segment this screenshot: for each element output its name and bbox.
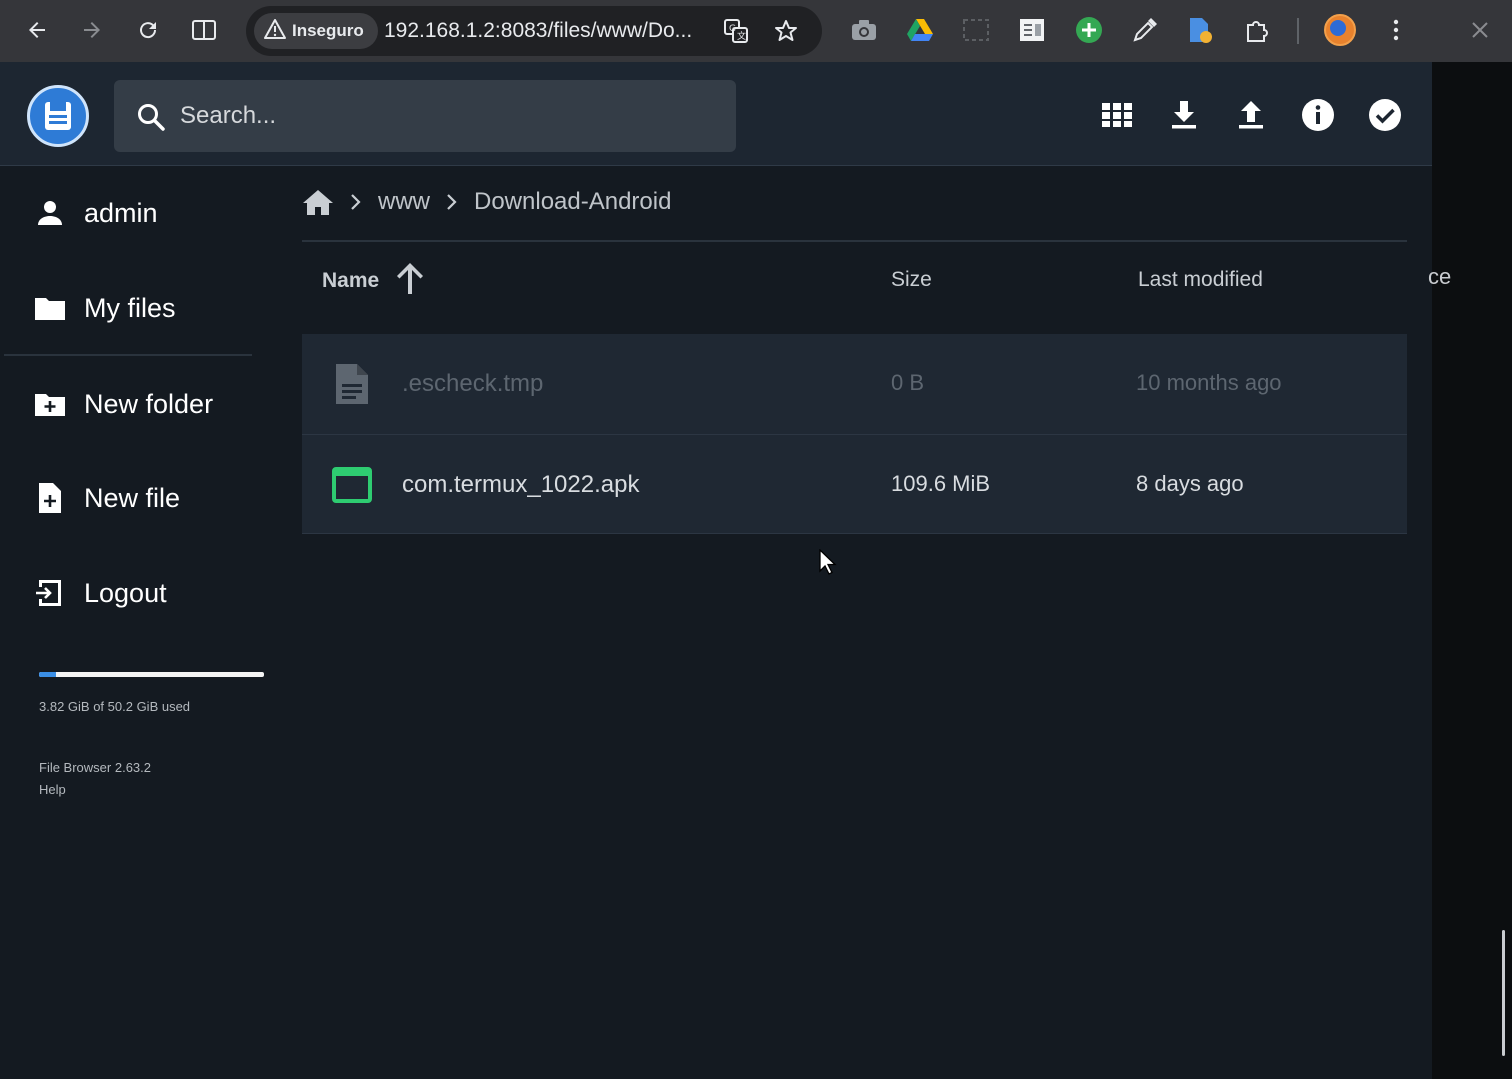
download-icon[interactable] [1165, 96, 1203, 134]
svg-text:文: 文 [737, 30, 746, 42]
file-size: 0 B [891, 370, 925, 395]
reader-extension-icon[interactable] [1016, 14, 1048, 46]
sidebar-item-logout[interactable]: Logout [34, 573, 167, 613]
url-text[interactable]: 192.168.1.2:8083/files/www/Do... [384, 19, 692, 43]
svg-text:G: G [729, 24, 736, 34]
storage-usage-bar [39, 672, 264, 677]
person-icon [34, 197, 66, 229]
browser-menu-icon[interactable] [1380, 14, 1412, 46]
chevron-right-icon [350, 193, 362, 211]
storage-usage-text: 3.82 GiB of 50.2 GiB used [39, 699, 191, 714]
drive-extension-icon[interactable] [904, 14, 936, 46]
file-browser-app: admin My files New folder New file Logo [0, 62, 1432, 1079]
file-icon [332, 362, 372, 406]
breadcrumb-item[interactable]: www [378, 188, 430, 216]
table-row[interactable]: com.termux_1022.apk 109.6 MiB 8 days ago [302, 434, 1407, 534]
sidebar-item-label: My files [84, 292, 176, 323]
sidebar-item-new-file[interactable]: New file [34, 478, 180, 518]
profile-avatar[interactable] [1324, 14, 1356, 46]
breadcrumb-divider [302, 240, 1407, 242]
search-input[interactable] [180, 80, 720, 152]
eyedropper-icon[interactable] [1129, 14, 1161, 46]
apk-icon [332, 463, 372, 507]
sidebar-item-label: Logout [84, 577, 167, 608]
file-size: 109.6 MiB [891, 471, 991, 496]
address-bar[interactable]: Inseguro 192.168.1.2:8083/files/www/Do..… [246, 6, 822, 56]
background-text: ce [1428, 264, 1452, 289]
sidebar-item-label: New file [84, 482, 181, 513]
username: admin [84, 197, 158, 228]
app-version: File Browser 2.63.2 [39, 760, 151, 775]
sort-ascending-icon[interactable] [393, 260, 427, 302]
sidebar-divider [4, 354, 252, 356]
column-header-size[interactable]: Size [891, 268, 932, 292]
screenshot-region-icon[interactable] [960, 14, 992, 46]
sidebar: admin My files New folder New file Logou… [0, 166, 270, 1079]
sidebar-item-my-files[interactable]: My files [34, 288, 176, 328]
search-box[interactable] [114, 80, 736, 152]
search-icon [136, 102, 166, 137]
camera-extension-icon[interactable] [848, 14, 880, 46]
file-name: .escheck.tmp [402, 370, 544, 397]
back-icon[interactable] [19, 12, 55, 48]
warning-icon [264, 18, 286, 44]
forward-icon[interactable] [74, 12, 110, 48]
home-icon[interactable] [302, 188, 334, 216]
storage-usage-fill [39, 672, 57, 677]
column-header-modified[interactable]: Last modified [1138, 268, 1263, 292]
bookmark-star-icon[interactable] [772, 17, 800, 45]
chevron-right-icon [446, 193, 458, 211]
window-close-icon[interactable] [1464, 14, 1496, 46]
help-link[interactable]: Help [39, 782, 66, 797]
file-modified: 10 months ago [1136, 370, 1282, 395]
new-file-icon [34, 482, 66, 514]
app-header [0, 62, 1432, 166]
file-modified: 8 days ago [1136, 471, 1244, 496]
extensions-puzzle-icon[interactable] [1241, 14, 1273, 46]
security-label: Inseguro [292, 21, 364, 40]
breadcrumb-item[interactable]: Download-Android [474, 188, 671, 216]
add-extension-icon[interactable] [1073, 14, 1105, 46]
background-window: ce [1428, 62, 1512, 1079]
folder-icon [34, 292, 66, 324]
select-check-icon[interactable] [1366, 96, 1404, 134]
file-extension-icon[interactable] [1184, 14, 1216, 46]
mouse-cursor-icon [819, 548, 837, 580]
sidebar-item-label: New folder [84, 388, 214, 419]
toolbar-divider [1297, 18, 1299, 44]
browser-toolbar: Inseguro 192.168.1.2:8083/files/www/Do..… [0, 0, 1512, 62]
app-logo[interactable] [27, 85, 89, 147]
breadcrumb: www Download-Android [302, 182, 671, 222]
logout-icon [34, 577, 66, 609]
reload-icon[interactable] [130, 12, 166, 48]
column-header-label: Name [322, 269, 380, 292]
sidebar-item-new-folder[interactable]: New folder [34, 384, 213, 424]
upload-icon[interactable] [1232, 96, 1270, 134]
split-view-icon[interactable] [186, 12, 222, 48]
background-scrollbar [1502, 930, 1505, 1056]
grid-view-icon[interactable] [1098, 96, 1136, 134]
info-icon[interactable] [1299, 96, 1337, 134]
column-header-name[interactable]: Name [322, 260, 427, 302]
new-folder-icon [34, 388, 66, 420]
security-chip[interactable]: Inseguro [254, 13, 378, 49]
table-row[interactable]: .escheck.tmp 0 B 10 months ago [302, 334, 1407, 434]
file-name: com.termux_1022.apk [402, 471, 640, 498]
sidebar-item-user[interactable]: admin [34, 193, 158, 233]
translate-icon[interactable]: G文 [722, 17, 750, 45]
